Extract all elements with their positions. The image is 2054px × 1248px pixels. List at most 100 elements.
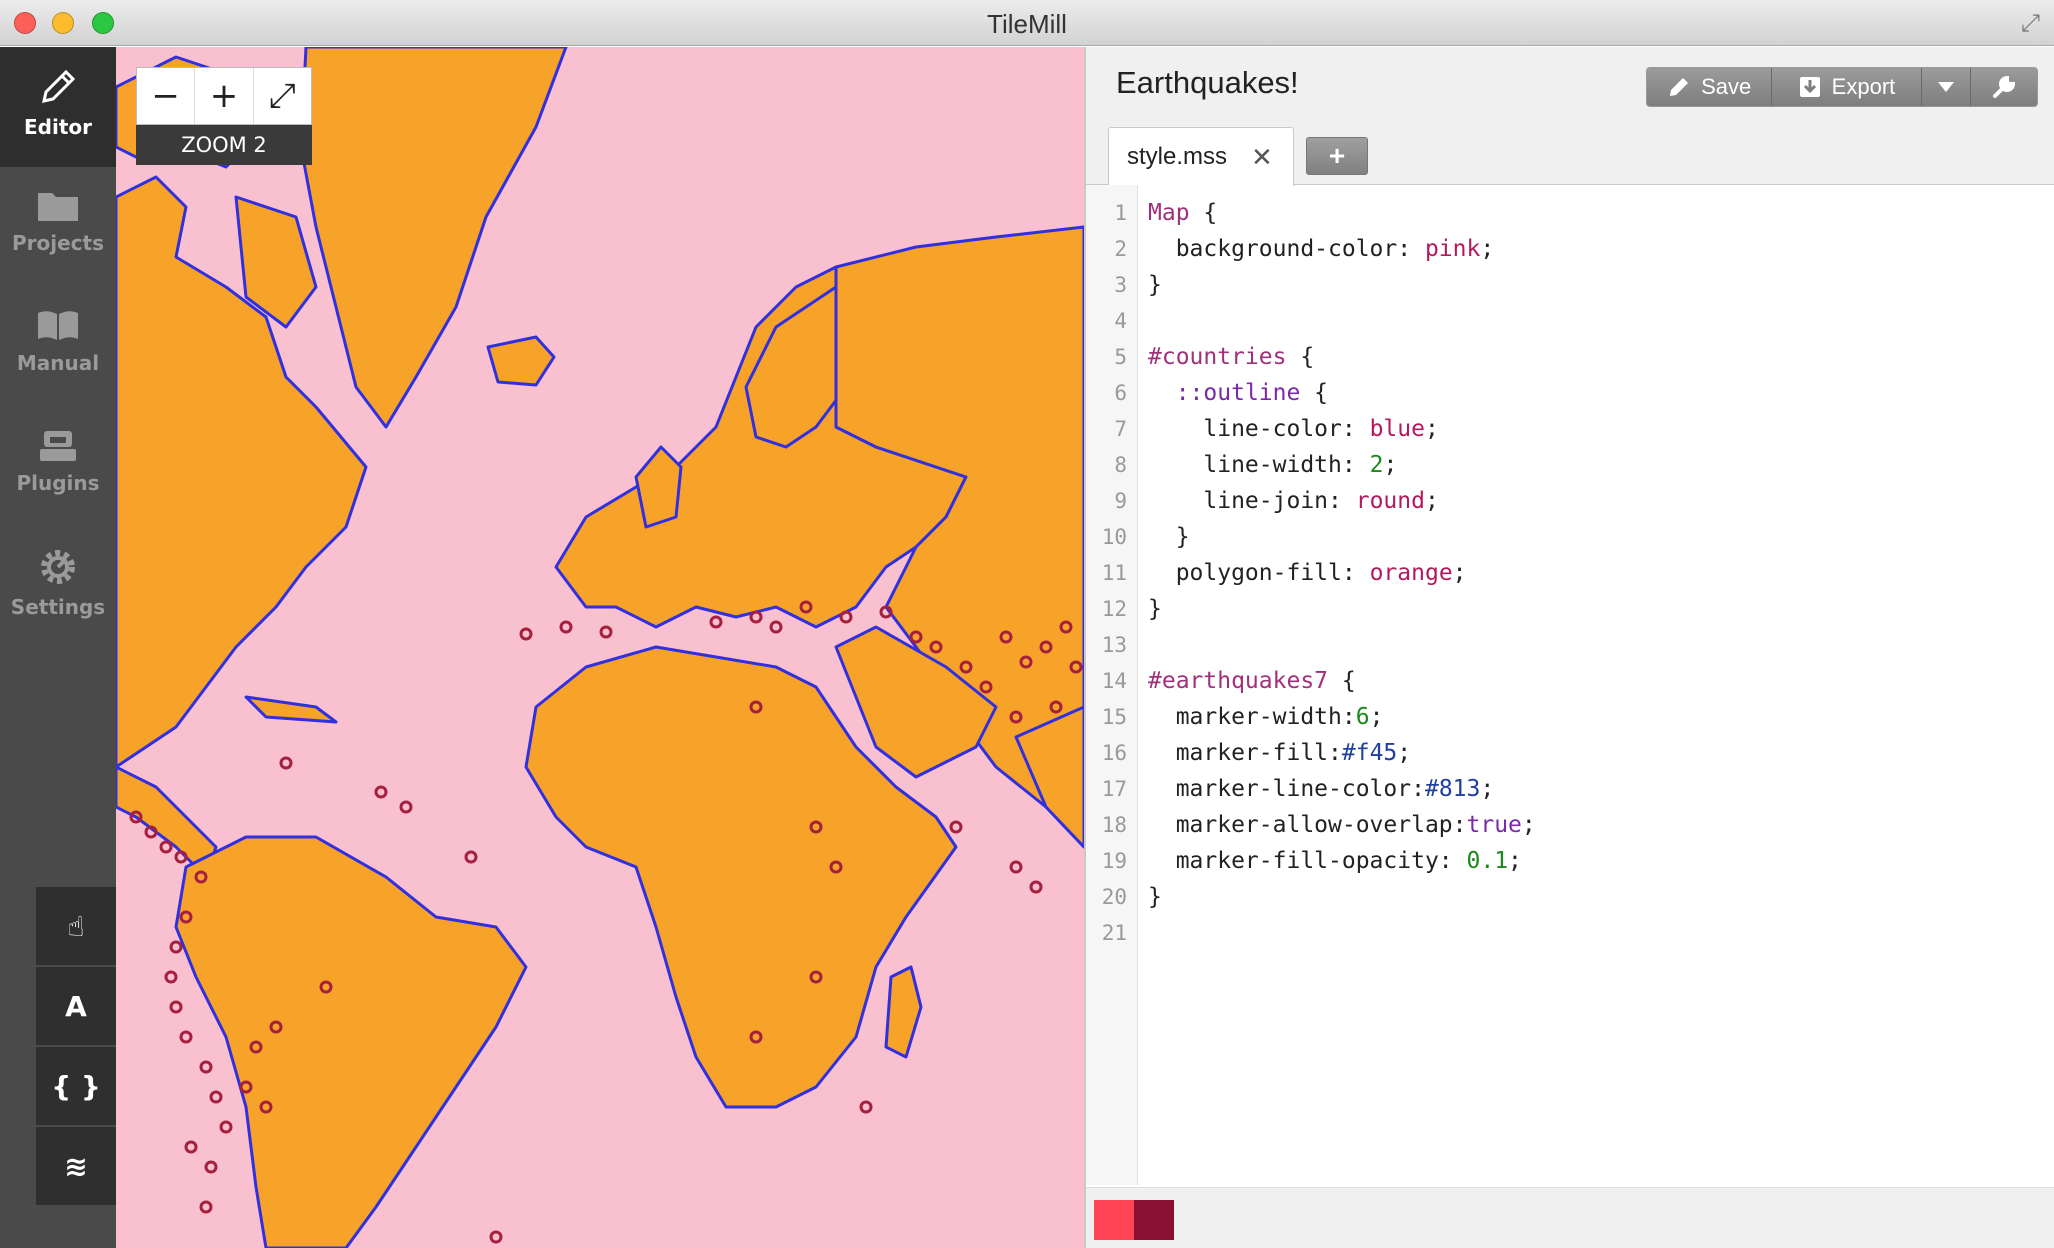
save-button[interactable]: Save (1647, 68, 1773, 106)
code-token: background-color (1148, 236, 1398, 262)
code-line[interactable]: #earthquakes7 { (1148, 663, 1356, 699)
sidebar-item-manual[interactable]: Manual (0, 287, 116, 407)
code-token: ; (1424, 488, 1439, 514)
gear-icon (41, 550, 75, 584)
sidebar-item-label: Settings (10, 595, 106, 619)
window-title: TileMill (987, 9, 1067, 39)
code-token: #earthquakes7 (1148, 668, 1329, 694)
project-settings-button[interactable] (1971, 68, 2037, 106)
code-token: ; (1397, 740, 1412, 766)
code-token: : (1411, 776, 1425, 802)
code-line[interactable]: line-color: blue; (1148, 411, 1439, 447)
line-number: 1 (1114, 201, 1127, 225)
code-token: : (1341, 452, 1370, 478)
add-stylesheet-button[interactable]: + (1306, 137, 1368, 175)
code-token: ; (1424, 416, 1439, 442)
code-token: marker-fill-opacity (1148, 848, 1439, 874)
code-line[interactable]: } (1148, 267, 1162, 303)
plugin-icon (40, 431, 76, 461)
code-line[interactable]: line-join: round; (1148, 483, 1439, 519)
line-number: 7 (1114, 417, 1127, 441)
sidebar-item-label: Plugins (16, 471, 100, 495)
fullscreen-icon[interactable]: ⤢ (2021, 10, 2040, 38)
code-line[interactable]: marker-fill-opacity: 0.1; (1148, 843, 1522, 879)
code-token: pink (1424, 236, 1481, 262)
code-token: blue (1369, 416, 1425, 442)
fullscreen-map-button[interactable]: ⤢ (254, 68, 311, 124)
world-map[interactable] (116, 47, 1084, 1248)
code-token: } (1148, 272, 1162, 298)
layers-button[interactable]: ≋ (36, 1127, 116, 1205)
code-line[interactable]: background-color: pink; (1148, 231, 1495, 267)
code-token: polygon-fill (1148, 560, 1342, 586)
text-icon: A (65, 989, 87, 1023)
color-swatch-813[interactable] (1134, 1200, 1174, 1240)
line-number-gutter: 1 2 3 4 5 6 7 8 9 10 11 12 13 14 15 16 17 18 19 20 21 (1086, 185, 1138, 1185)
code-line[interactable]: marker-allow-overlap:true; (1148, 807, 1536, 843)
code-token: } (1148, 524, 1190, 550)
code-token: marker-width (1148, 704, 1342, 730)
sidebar-item-plugins[interactable]: Plugins (0, 407, 116, 527)
sidebar-item-projects[interactable]: Projects (0, 167, 116, 287)
sidebar-item-label: Manual (16, 351, 100, 375)
sidebar-item-editor[interactable]: Editor (0, 47, 116, 167)
code-line[interactable]: polygon-fill: orange; (1148, 555, 1467, 591)
code-line[interactable]: } (1148, 519, 1190, 555)
tilemill-window: TileMill ⤢ Editor Projects Manual Plugin… (0, 0, 2054, 1248)
export-button-label: Export (1831, 74, 1896, 99)
line-number: 12 (1101, 597, 1127, 621)
code-token: Map (1148, 200, 1190, 226)
font-tool-button[interactable]: A (36, 967, 116, 1045)
code-line[interactable]: line-width: 2; (1148, 447, 1397, 483)
code-line[interactable]: } (1148, 879, 1162, 915)
pencil-icon (42, 69, 76, 103)
pencil-icon (1670, 78, 1689, 96)
code-token: 6 (1355, 704, 1370, 730)
line-number: 16 (1101, 741, 1127, 765)
pan-tool-button[interactable]: ☝ (36, 887, 116, 965)
zoom-level-label: ZOOM 2 (136, 125, 312, 165)
code-token: : (1328, 740, 1342, 766)
zoom-in-button[interactable]: + (195, 68, 254, 124)
export-button[interactable]: Export (1772, 68, 1922, 106)
map-view[interactable]: − + ⤢ ZOOM 2 (116, 47, 1084, 1248)
code-token: ; (1480, 776, 1495, 802)
line-number: 9 (1114, 489, 1127, 513)
title-bar: TileMill ⤢ (0, 0, 2054, 46)
tab-style-mss[interactable]: style.mss ✕ (1108, 127, 1294, 186)
color-swatch-f45[interactable] (1094, 1200, 1134, 1240)
code-token: { (1300, 380, 1329, 406)
cuba (244, 695, 338, 724)
code-token: orange (1369, 560, 1453, 586)
sidebar-item-label: Projects (11, 231, 104, 255)
code-token: ; (1521, 812, 1536, 838)
code-token: : (1341, 704, 1356, 730)
code-token: round (1355, 488, 1425, 514)
code-line[interactable]: marker-fill:#f45; (1148, 735, 1411, 771)
close-icon[interactable]: ✕ (1251, 142, 1273, 173)
code-token: line-width (1148, 452, 1342, 478)
code-token: ::outline (1175, 380, 1301, 406)
zoom-out-button[interactable]: − (137, 68, 196, 124)
south-america (174, 835, 528, 1248)
code-token: { (1328, 668, 1356, 694)
code-line[interactable]: Map { (1148, 195, 1217, 231)
carto-reference-button[interactable]: { } (36, 1047, 116, 1125)
code-token: } (1148, 596, 1162, 622)
line-number: 15 (1101, 705, 1127, 729)
code-line[interactable]: marker-width:6; (1148, 699, 1384, 735)
code-line[interactable]: ::outline { (1148, 375, 1328, 411)
code-token: ; (1480, 236, 1495, 262)
download-icon (1799, 77, 1820, 97)
line-number: 6 (1114, 381, 1127, 405)
code-line[interactable]: marker-line-color:#813; (1148, 771, 1495, 807)
code-line[interactable]: } (1148, 591, 1162, 627)
sidebar-item-settings[interactable]: Settings (0, 527, 116, 647)
wrench-icon (1993, 75, 2016, 98)
line-number: 20 (1101, 885, 1127, 909)
code-line[interactable]: #countries { (1148, 339, 1314, 375)
export-dropdown-button[interactable] (1922, 68, 1972, 106)
code-token: : (1397, 236, 1425, 262)
code-token: { (1189, 200, 1218, 226)
